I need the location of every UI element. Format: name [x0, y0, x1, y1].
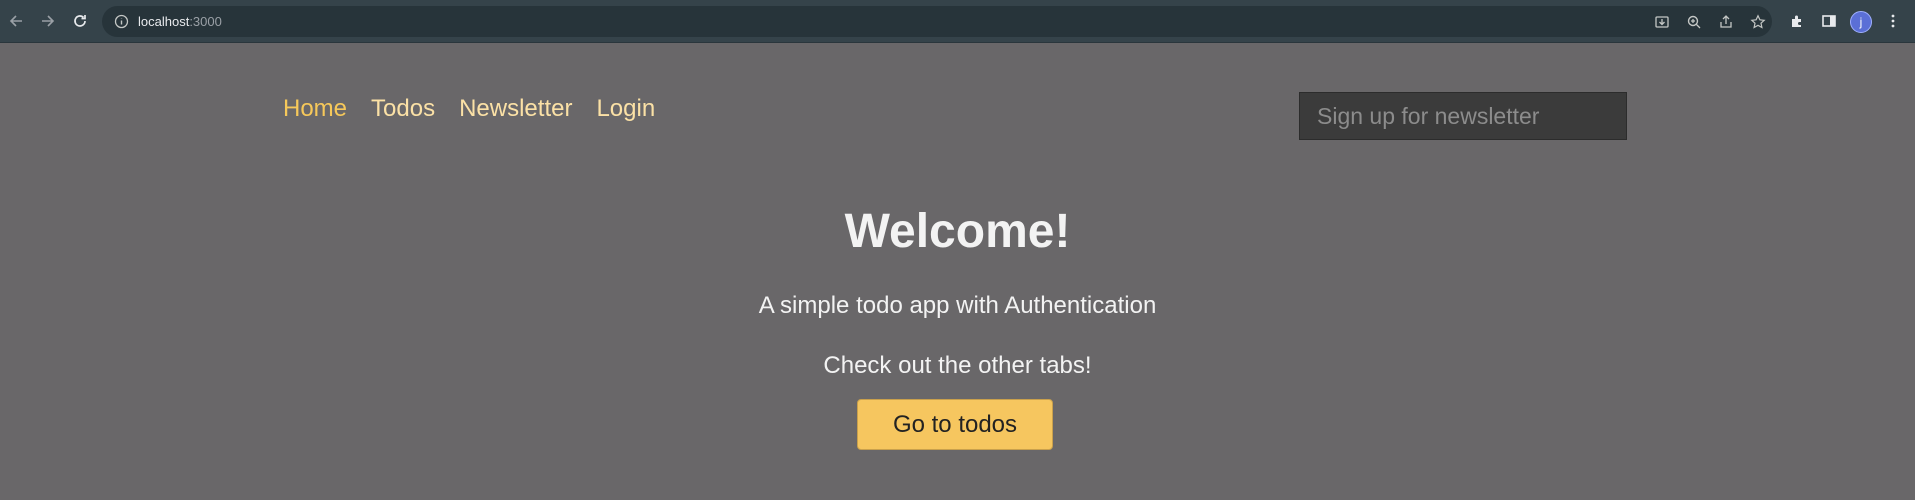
hero-cta-text: Check out the other tabs!	[823, 352, 1092, 379]
reload-icon[interactable]	[70, 11, 90, 31]
go-to-todos-button[interactable]: Go to todos	[857, 399, 1053, 450]
site-info-icon[interactable]	[114, 14, 129, 29]
nav-todos[interactable]: Todos	[371, 95, 435, 123]
side-panel-icon[interactable]	[1819, 11, 1839, 31]
url-text: localhost:3000	[138, 14, 222, 29]
extensions-icon[interactable]	[1787, 11, 1807, 31]
hero-subtitle: A simple todo app with Authentication	[758, 292, 1157, 319]
install-app-icon[interactable]	[1653, 13, 1671, 31]
nav-newsletter[interactable]: Newsletter	[459, 95, 572, 123]
browser-toolbar: localhost:3000 j	[0, 0, 1915, 43]
page-title: Welcome!	[844, 205, 1071, 258]
share-icon[interactable]	[1717, 13, 1735, 31]
hero-section: Welcome! A simple todo app with Authenti…	[0, 203, 1915, 379]
back-icon[interactable]	[6, 11, 26, 31]
zoom-icon[interactable]	[1685, 13, 1703, 31]
nav-login[interactable]: Login	[596, 95, 655, 123]
main-nav: Home Todos Newsletter Login	[283, 95, 655, 123]
nav-home[interactable]: Home	[283, 95, 347, 123]
bookmark-star-icon[interactable]	[1749, 13, 1767, 31]
menu-kebab-icon[interactable]	[1883, 11, 1903, 31]
address-bar[interactable]: localhost:3000	[102, 6, 1772, 37]
profile-avatar[interactable]: j	[1850, 11, 1872, 33]
newsletter-signup-input[interactable]	[1299, 92, 1627, 140]
forward-icon[interactable]	[38, 11, 58, 31]
